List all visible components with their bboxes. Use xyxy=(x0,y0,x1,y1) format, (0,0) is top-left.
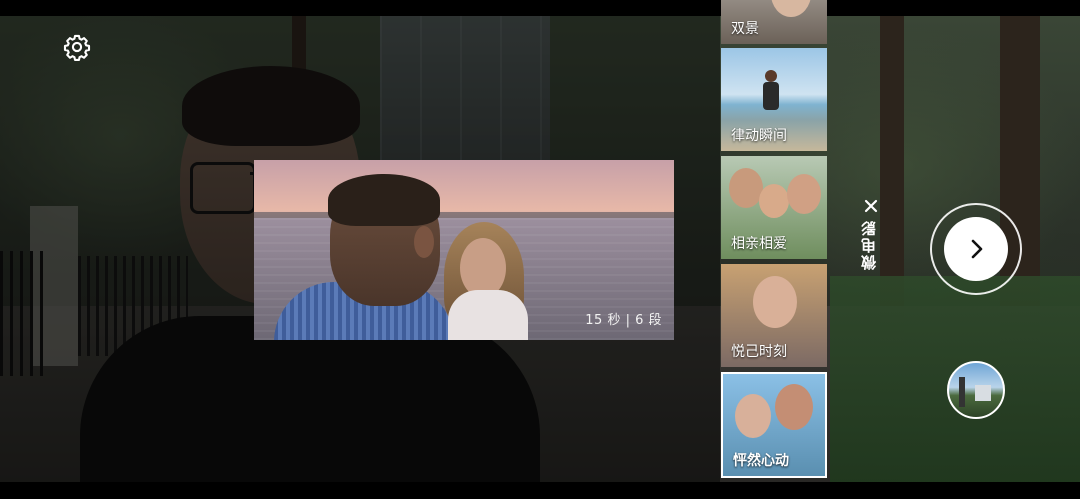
next-button[interactable] xyxy=(930,203,1022,295)
preview-man-ear xyxy=(414,226,434,258)
preview-man-hair xyxy=(328,174,440,226)
template-thumb-runner-body xyxy=(763,82,779,110)
micro-film-mode-tab[interactable]: 微电影 xyxy=(856,195,886,285)
template-label: 悦己时刻 xyxy=(731,344,787,360)
template-list[interactable]: 双景 律动瞬间 相亲相爱 悦己时刻 怦然心动 xyxy=(721,0,827,482)
settings-button[interactable] xyxy=(60,30,94,64)
template-label: 律动瞬间 xyxy=(731,128,787,144)
template-item-pengran[interactable]: 怦然心动 xyxy=(721,372,827,478)
preview-woman-dress xyxy=(448,290,528,340)
template-item-shuangjing[interactable]: 双景 xyxy=(721,0,827,44)
template-item-xiangqin[interactable]: 相亲相爱 xyxy=(721,156,827,259)
gear-icon xyxy=(63,34,91,61)
gallery-thumbnail[interactable] xyxy=(947,361,1005,419)
gallery-thumb-tree xyxy=(959,377,965,407)
template-label: 相亲相爱 xyxy=(731,236,787,252)
template-label: 双景 xyxy=(731,21,759,37)
template-thumb-face xyxy=(787,174,821,214)
template-thumb-face xyxy=(753,276,797,328)
preview-woman-face xyxy=(460,238,506,298)
template-item-lvdong[interactable]: 律动瞬间 xyxy=(721,48,827,151)
template-thumb-face xyxy=(759,184,789,218)
template-thumb-face xyxy=(735,394,771,438)
template-thumb-runner-head xyxy=(765,70,777,82)
next-button-inner xyxy=(944,217,1008,281)
template-thumb-face xyxy=(729,168,763,208)
template-item-yueji[interactable]: 悦己时刻 xyxy=(721,264,827,367)
close-icon xyxy=(864,199,878,213)
chevron-right-icon xyxy=(971,239,983,259)
template-thumb-person xyxy=(771,0,811,17)
top-black-bar xyxy=(0,0,1080,16)
bottom-black-bar xyxy=(0,482,1080,499)
mode-label: 微电影 xyxy=(860,219,878,270)
template-label: 怦然心动 xyxy=(733,453,789,469)
template-preview-video[interactable]: 15 秒 | 6 段 xyxy=(254,160,674,340)
gallery-thumb-building xyxy=(975,385,991,401)
template-thumb-face xyxy=(775,384,813,430)
close-mode-button[interactable] xyxy=(856,195,886,217)
preview-duration-caption: 15 秒 | 6 段 xyxy=(585,313,662,328)
